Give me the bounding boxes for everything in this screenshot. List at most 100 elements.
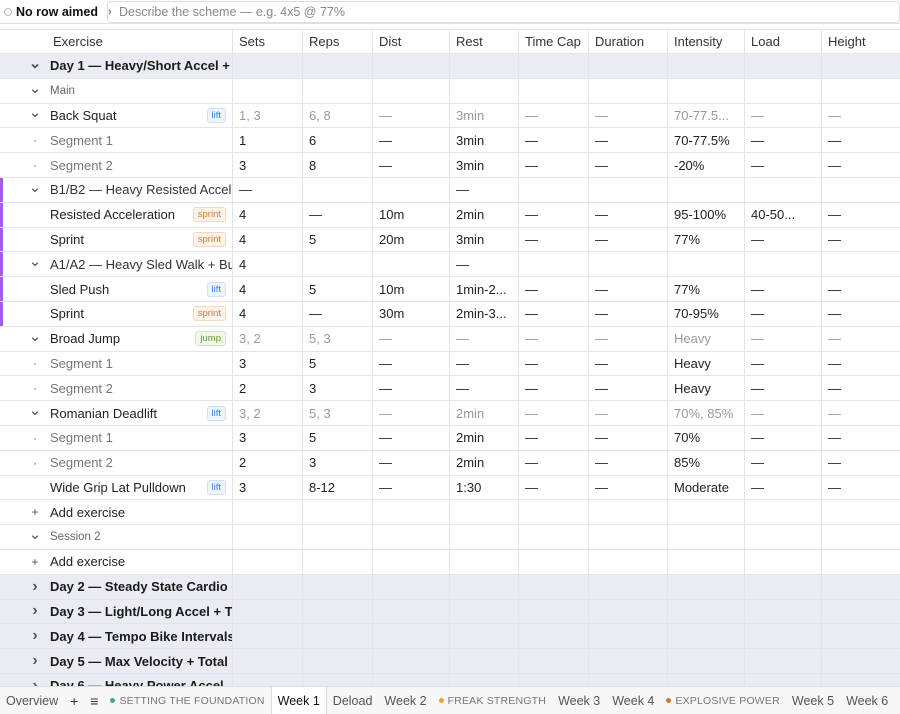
cell-time-cap[interactable]: [519, 500, 589, 525]
exercise-cell[interactable]: Sled Push lift: [0, 277, 233, 301]
cell-rest[interactable]: 1:30: [450, 475, 519, 500]
cell-height[interactable]: [822, 624, 900, 648]
cell-sets[interactable]: [233, 549, 303, 574]
cell-load[interactable]: —: [745, 153, 822, 177]
table-row[interactable]: · Segment 1 3 5—2min — —70% — —: [0, 425, 900, 451]
cell-sets[interactable]: 1, 3: [233, 103, 303, 128]
cell-time-cap[interactable]: [519, 574, 589, 599]
cell-height[interactable]: —: [822, 153, 900, 177]
cell-sets[interactable]: 3: [233, 475, 303, 500]
column-header-height[interactable]: Height: [822, 30, 900, 53]
cell-intensity[interactable]: 70%: [668, 425, 745, 450]
chevron-right-icon[interactable]: ›: [20, 602, 50, 620]
cell-dist[interactable]: —: [373, 475, 450, 500]
scheme-input[interactable]: Describe the scheme — e.g. 4x5 @ 77%: [107, 1, 900, 23]
cell-load[interactable]: [745, 252, 822, 277]
cell-rest[interactable]: [450, 649, 519, 673]
cell-rest[interactable]: 3min: [450, 227, 519, 252]
cell-rest[interactable]: 1min-2...: [450, 277, 519, 301]
cell-rest[interactable]: —: [450, 376, 519, 401]
day-row[interactable]: › Day 3 — Light/Long Accel + To: [0, 599, 900, 625]
chevron-down-icon[interactable]: ⌄: [20, 252, 50, 270]
cell-dist[interactable]: 30m: [373, 301, 450, 326]
cell-time-cap[interactable]: —: [519, 301, 589, 326]
cell-rest[interactable]: [450, 599, 519, 624]
cell-sets[interactable]: 2: [233, 450, 303, 475]
cell-dist[interactable]: [373, 624, 450, 649]
cell-intensity[interactable]: 95-100%: [668, 202, 745, 227]
exercise-cell[interactable]: · Segment 2: [0, 450, 233, 475]
cell-sets[interactable]: 3, 2: [233, 401, 303, 425]
cell-sets[interactable]: 4: [233, 252, 303, 277]
cell-duration[interactable]: —: [589, 103, 668, 128]
cell-sets[interactable]: 3, 2: [233, 326, 303, 351]
cell-time-cap[interactable]: [519, 177, 589, 202]
phase-tab[interactable]: MAXIMUM: [894, 687, 900, 714]
cell-duration[interactable]: —: [589, 227, 668, 252]
cell-time-cap[interactable]: —: [519, 376, 589, 401]
cell-sets[interactable]: 4: [233, 227, 303, 252]
cell-dist[interactable]: [373, 177, 450, 202]
exercise-cell[interactable]: › Day 4 — Tempo Bike Intervals: [0, 624, 233, 649]
cell-dist[interactable]: [373, 549, 450, 574]
cell-time-cap[interactable]: —: [519, 425, 589, 450]
cell-load[interactable]: [745, 549, 822, 574]
cell-dist[interactable]: [373, 574, 450, 599]
cell-duration[interactable]: —: [589, 376, 668, 401]
tab-week-4[interactable]: Week 4: [606, 687, 660, 714]
phase-tab[interactable]: SETTING THE FOUNDATION: [104, 687, 270, 714]
cell-rest[interactable]: 3min: [450, 153, 519, 177]
cell-reps[interactable]: 3: [303, 376, 373, 401]
cell-duration[interactable]: —: [589, 326, 668, 351]
cell-intensity[interactable]: [668, 78, 745, 103]
cell-reps[interactable]: 6, 8: [303, 103, 373, 128]
cell-reps[interactable]: [303, 599, 373, 624]
cell-reps[interactable]: [303, 54, 373, 78]
cell-duration[interactable]: —: [589, 351, 668, 376]
cell-duration[interactable]: [589, 549, 668, 574]
exercise-cell[interactable]: › Day 5 — Max Velocity + Total I: [0, 649, 233, 673]
cell-intensity[interactable]: 70-77.5%: [668, 128, 745, 153]
cell-reps[interactable]: —: [303, 301, 373, 326]
cell-duration[interactable]: [589, 574, 668, 599]
cell-rest[interactable]: [450, 624, 519, 649]
exercise-cell[interactable]: · Segment 2: [0, 153, 233, 177]
cell-time-cap[interactable]: —: [519, 277, 589, 301]
exercise-cell[interactable]: · Segment 2: [0, 376, 233, 401]
cell-intensity[interactable]: 77%: [668, 227, 745, 252]
cell-height[interactable]: —: [822, 302, 900, 326]
cell-dist[interactable]: —: [373, 351, 450, 376]
cell-reps[interactable]: —: [303, 202, 373, 227]
cell-dist[interactable]: 20m: [373, 227, 450, 252]
cell-time-cap[interactable]: [519, 624, 589, 649]
cell-dist[interactable]: —: [373, 376, 450, 401]
cell-rest[interactable]: [450, 500, 519, 525]
cell-intensity[interactable]: [668, 624, 745, 649]
cell-sets[interactable]: [233, 624, 303, 649]
exercise-cell[interactable]: ⌄ Session 2: [0, 525, 233, 549]
cell-reps[interactable]: 5: [303, 227, 373, 252]
cell-duration[interactable]: [589, 649, 668, 673]
cell-dist[interactable]: [373, 54, 450, 78]
cell-time-cap[interactable]: —: [519, 103, 589, 128]
cell-height[interactable]: [822, 649, 900, 673]
exercise-cell[interactable]: ⌄ B1/B2 — Heavy Resisted Accel: [0, 177, 233, 202]
chevron-down-icon[interactable]: ⌄: [20, 54, 50, 72]
cell-dist[interactable]: —: [373, 326, 450, 351]
cell-height[interactable]: [822, 550, 900, 574]
cell-sets[interactable]: 4: [233, 301, 303, 326]
cell-rest[interactable]: —: [450, 351, 519, 376]
cell-rest[interactable]: [450, 525, 519, 549]
cell-intensity[interactable]: 70%, 85%: [668, 401, 745, 425]
tab-week-1[interactable]: Week 1: [270, 687, 327, 714]
cell-duration[interactable]: —: [589, 128, 668, 153]
cell-rest[interactable]: 2min: [450, 202, 519, 227]
row-aim-indicator[interactable]: No row aimed ›: [0, 5, 116, 19]
cell-sets[interactable]: [233, 500, 303, 525]
cell-time-cap[interactable]: —: [519, 450, 589, 475]
column-header-intensity[interactable]: Intensity: [668, 30, 745, 53]
add-exercise-row[interactable]: + Add exercise: [0, 500, 900, 526]
table-row[interactable]: ⌄ A1/A2 — Heavy Sled Walk + Bu 4 —: [0, 252, 900, 278]
cell-duration[interactable]: —: [589, 153, 668, 177]
cell-duration[interactable]: —: [589, 202, 668, 227]
